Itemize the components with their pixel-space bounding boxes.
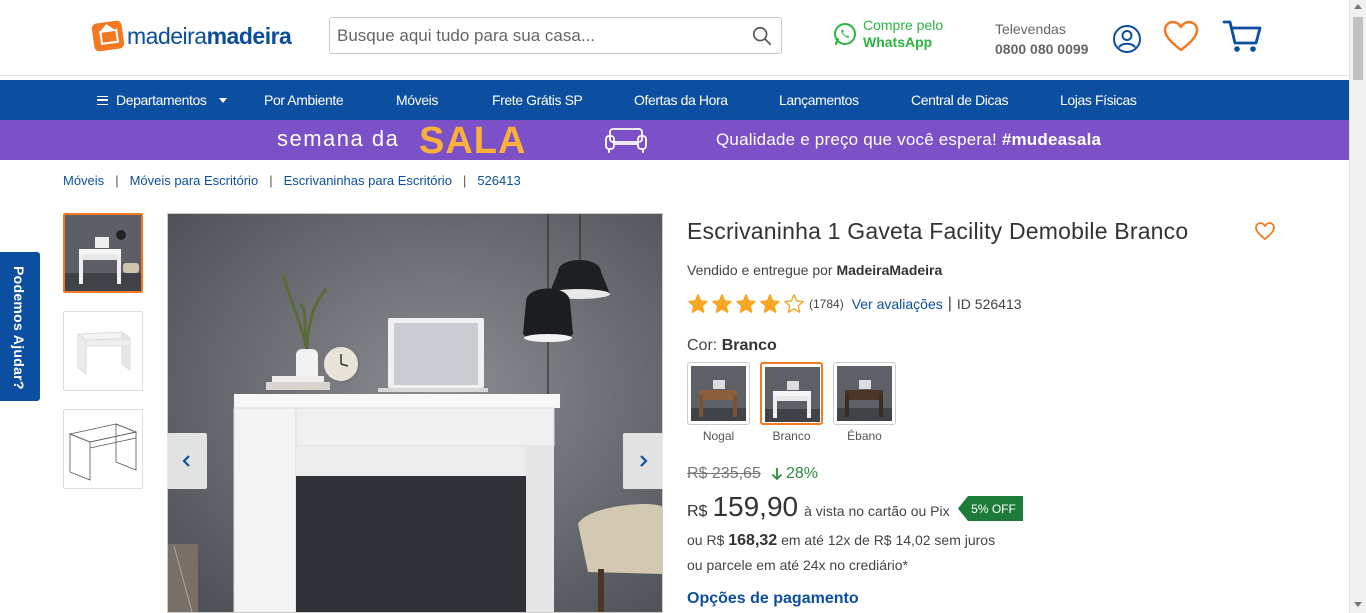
help-tab[interactable]: Podemos Ajudar? <box>0 252 40 401</box>
star-filled-icon <box>688 294 708 313</box>
nav-frete-gratis[interactable]: Frete Grátis SP <box>492 92 583 108</box>
price-row: R$ 159,90 à vista no cartão ou Pix <box>687 491 950 523</box>
page-scrollbar[interactable] <box>1349 0 1366 613</box>
divider: | <box>947 295 952 312</box>
banner-right-text: Qualidade e preço que você espera! #mude… <box>716 130 1102 149</box>
thumbnail-dimensions-image <box>64 410 142 488</box>
favorites-heart-icon[interactable] <box>1162 19 1200 53</box>
site-header: madeiramadeira Compre pelo WhatsApp Tele… <box>0 0 1349 76</box>
star-rating[interactable] <box>687 293 805 315</box>
nav-moveis[interactable]: Móveis <box>396 92 438 108</box>
star-filled-icon <box>712 294 732 313</box>
banner-left-text: semana da <box>277 126 400 151</box>
breadcrumb-product-id[interactable]: 526413 <box>477 173 520 188</box>
televendas-label: Televendas <box>995 21 1066 37</box>
see-reviews-link[interactable]: Ver avaliações <box>852 296 943 312</box>
currency: R$ <box>687 503 708 520</box>
product-main-image[interactable] <box>167 213 663 613</box>
swatch-ebano-image <box>837 366 892 421</box>
swatch-branco-label: Branco <box>772 429 811 443</box>
promo-banner[interactable]: semana da SALA Qualidade e preço que voc… <box>0 120 1349 162</box>
thumbnail-3[interactable] <box>63 409 143 489</box>
user-account-icon[interactable] <box>1112 24 1142 54</box>
logo[interactable]: madeiramadeira <box>91 20 292 52</box>
nav-por-ambiente[interactable]: Por Ambiente <box>264 92 344 108</box>
search-input[interactable] <box>330 25 740 46</box>
chevron-left-icon <box>182 455 190 467</box>
thumbnail-2[interactable] <box>63 311 143 391</box>
desk-photo <box>168 214 662 612</box>
discount-percent: 28% <box>771 465 818 483</box>
payment-options-link[interactable]: Opções de pagamento <box>687 590 859 608</box>
scroll-thumb[interactable] <box>1353 17 1363 80</box>
swatch-ebano-label: Ébano <box>847 429 882 443</box>
breadcrumb-separator: | <box>115 173 119 188</box>
swatch-branco[interactable] <box>760 362 823 425</box>
banner-highlight: SALA <box>419 120 527 162</box>
thumbnail-desk-scene-image <box>65 215 141 291</box>
selected-color: Branco <box>721 337 777 354</box>
image-prev-button[interactable] <box>167 433 207 489</box>
add-favorite-heart-icon[interactable] <box>1254 221 1276 241</box>
seller-name[interactable]: MadeiraMadeira <box>836 262 942 278</box>
rating-row: (1784) Ver avaliações | ID 526413 <box>687 293 1022 315</box>
installment-info: ou R$ 168,32 em até 12x de R$ 14,02 sem … <box>687 532 996 549</box>
off-badge: 5% OFF <box>958 496 1023 521</box>
swatch-nogal-image <box>691 366 746 421</box>
breadcrumb-escrivaninhas[interactable]: Escrivaninhas para Escritório <box>284 173 452 188</box>
chevron-right-icon <box>640 455 648 467</box>
swatch-nogal-label: Nogal <box>702 429 735 443</box>
price-description: à vista no cartão ou Pix <box>804 503 950 519</box>
cart-icon[interactable] <box>1222 18 1262 54</box>
thumbnail-desk-white-image <box>64 312 142 390</box>
nav-lojas-fisicas[interactable]: Lojas Físicas <box>1060 92 1137 108</box>
breadcrumb-moveis-escritorio[interactable]: Móveis para Escritório <box>130 173 259 188</box>
breadcrumb-separator: | <box>462 173 467 188</box>
logo-text: madeiramadeira <box>127 22 292 49</box>
house-logo-icon <box>91 20 125 52</box>
breadcrumb-moveis[interactable]: Móveis <box>63 173 104 188</box>
arrow-down-icon <box>771 468 783 481</box>
whatsapp-link[interactable]: Compre pelo WhatsApp <box>833 17 943 51</box>
old-price: R$ 235,65 <box>687 465 761 482</box>
swatch-branco-image <box>765 367 820 422</box>
sold-by: Vendido e entregue por MadeiraMadeira <box>687 262 943 278</box>
chevron-down-icon <box>218 97 227 103</box>
nav-lancamentos[interactable]: Lançamentos <box>779 92 859 108</box>
swatch-ebano[interactable] <box>833 362 896 425</box>
crediario-info: ou parcele em até 24x no crediário* <box>687 557 909 573</box>
scroll-down-arrow-icon[interactable] <box>1354 602 1362 607</box>
star-filled-icon <box>760 294 780 313</box>
swatch-nogal[interactable] <box>687 362 750 425</box>
televendas: Televendas 0800 080 0099 <box>995 19 1088 59</box>
whatsapp-icon <box>834 23 856 46</box>
search-icon[interactable] <box>751 25 773 47</box>
image-next-button[interactable] <box>623 433 663 489</box>
price: 159,90 <box>712 491 799 522</box>
color-label: Cor: Branco <box>687 337 777 354</box>
scroll-up-arrow-icon[interactable] <box>1354 4 1362 9</box>
review-count: (1784) <box>809 297 844 311</box>
search-box <box>329 17 782 54</box>
thumbnail-1[interactable] <box>63 213 143 293</box>
nav-ofertas-da-hora[interactable]: Ofertas da Hora <box>634 92 728 108</box>
star-filled-icon <box>736 294 756 313</box>
televendas-phone: 0800 080 0099 <box>995 41 1089 57</box>
breadcrumb-separator: | <box>269 173 273 188</box>
product-id: ID 526413 <box>956 296 1022 312</box>
main-nav: Departamentos Por Ambiente Móveis Frete … <box>0 80 1349 120</box>
nav-departamentos[interactable]: Departamentos <box>97 92 227 108</box>
product-page: madeiramadeira Compre pelo WhatsApp Tele… <box>0 0 1366 613</box>
star-empty-icon <box>784 294 804 313</box>
nav-central-de-dicas[interactable]: Central de Dicas <box>911 92 1008 108</box>
breadcrumb: Móveis | Móveis para Escritório | Escriv… <box>63 173 521 188</box>
product-title: Escrivaninha 1 Gaveta Facility Demobile … <box>687 218 1189 244</box>
whatsapp-text: Compre pelo WhatsApp <box>863 17 944 50</box>
menu-icon <box>97 95 108 105</box>
sofa-icon <box>605 128 647 153</box>
